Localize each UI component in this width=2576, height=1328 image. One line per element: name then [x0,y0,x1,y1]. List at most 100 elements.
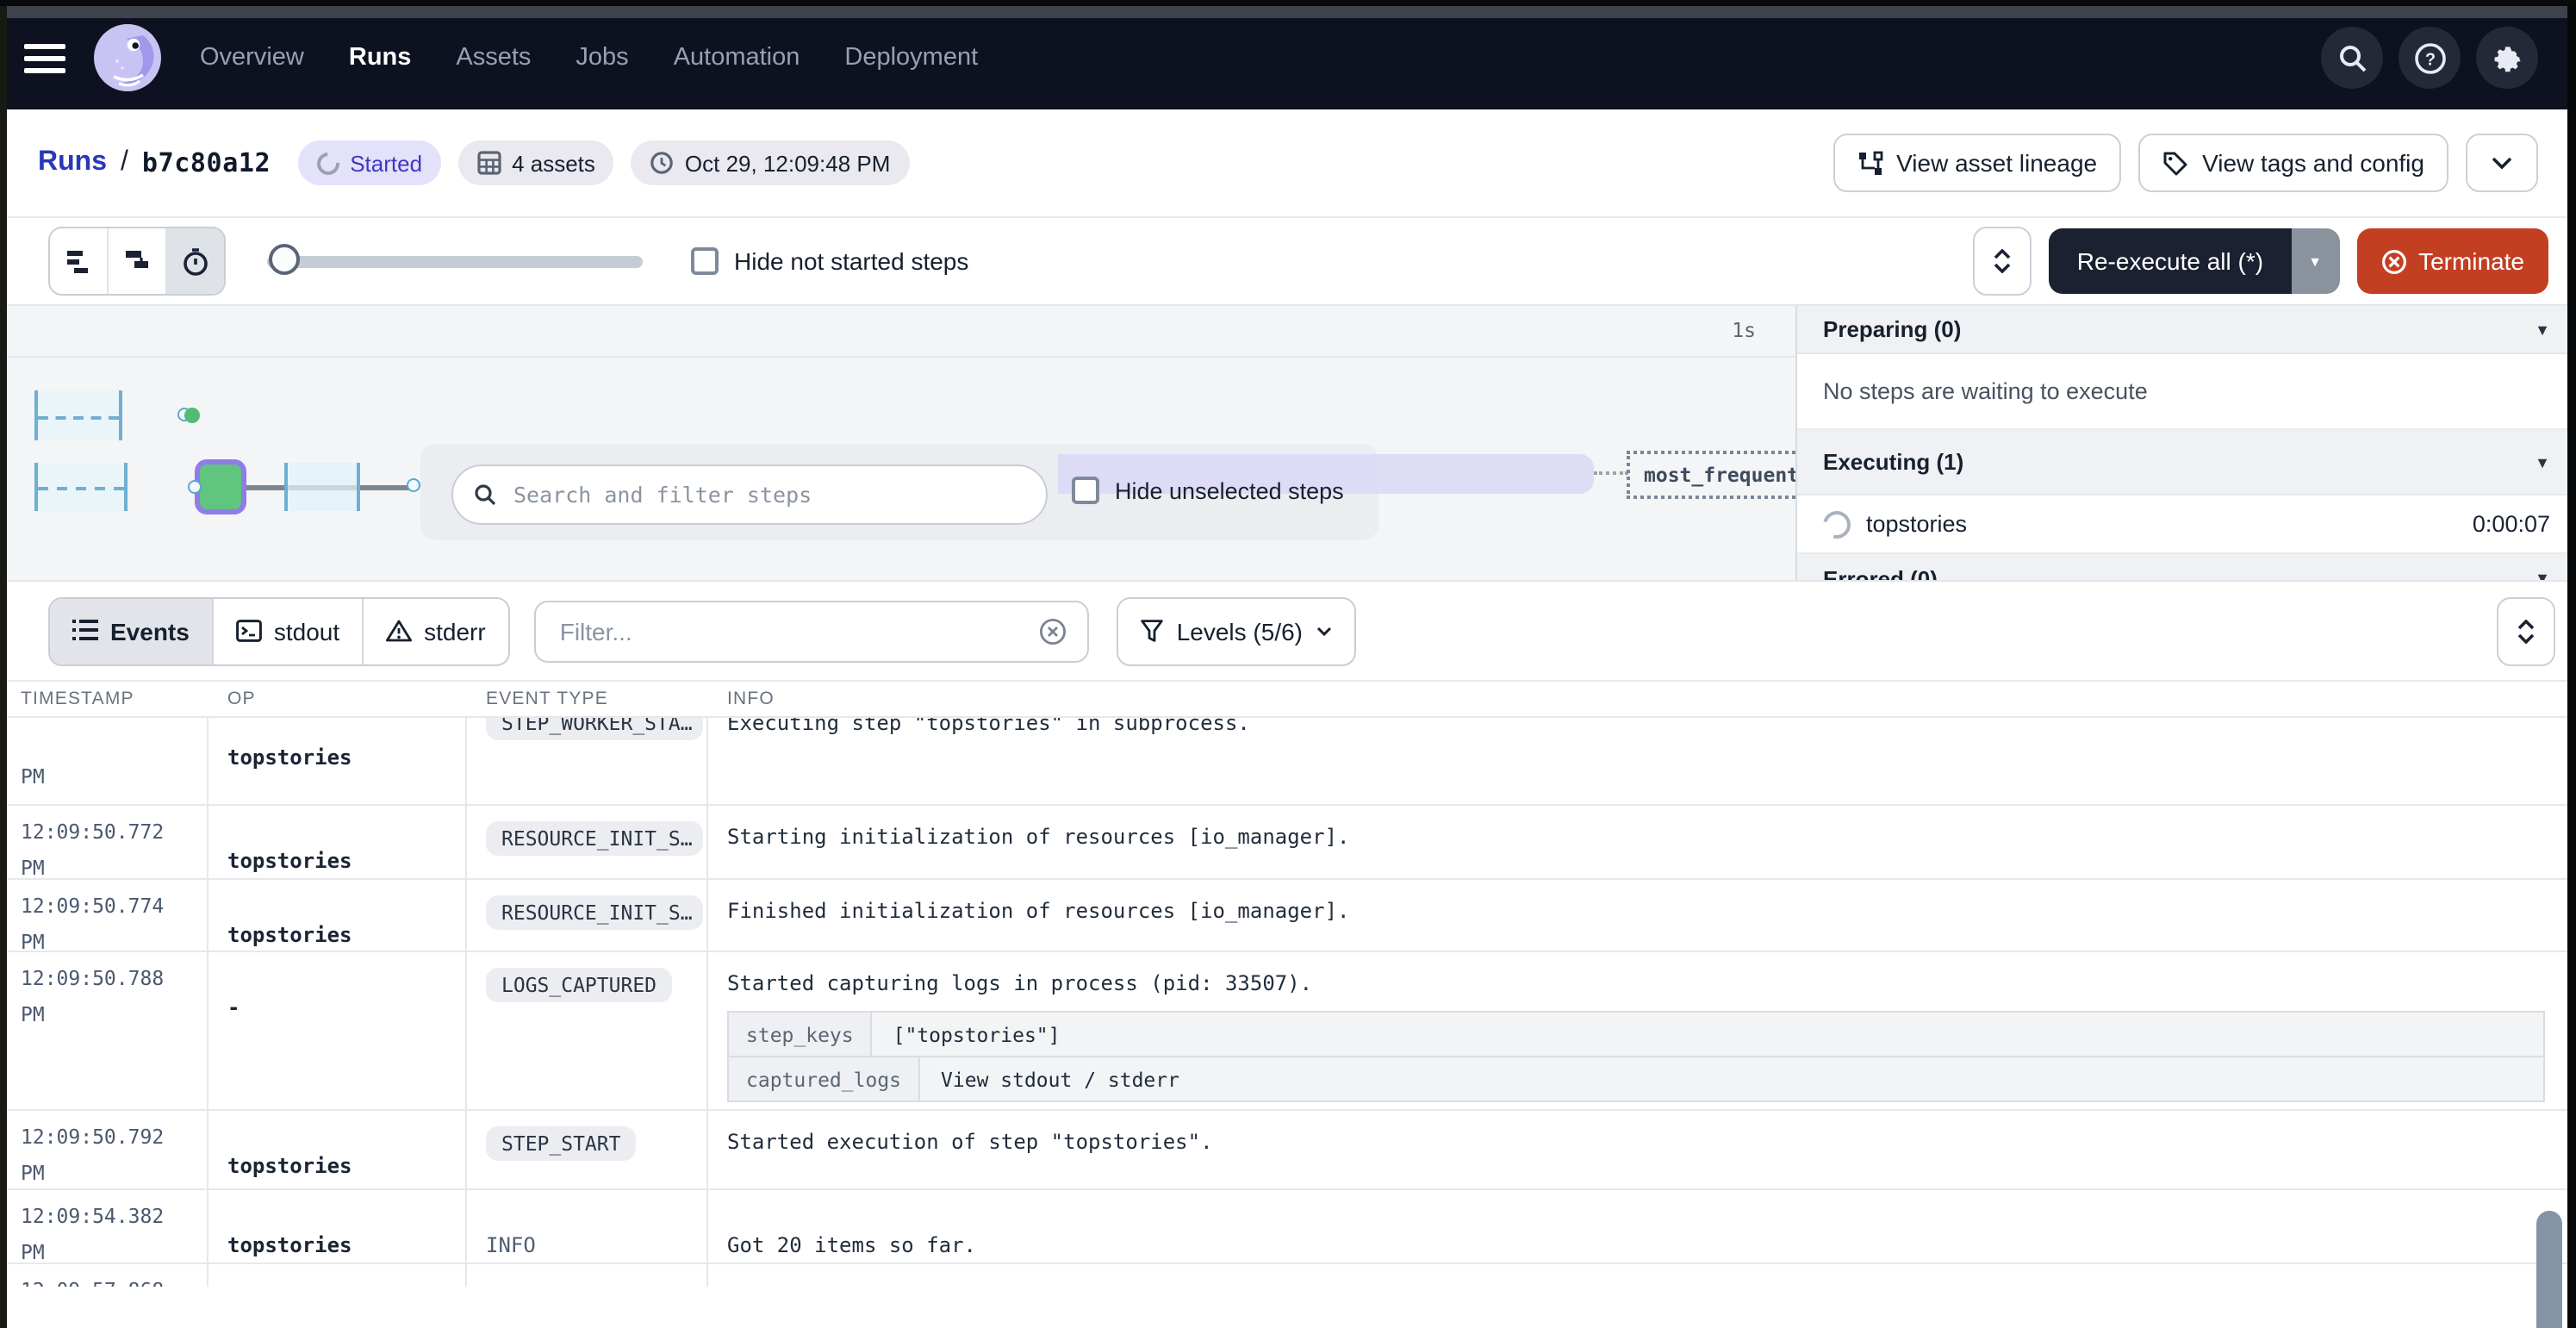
log-row[interactable]: 12:09:50.792 PMtopstoriesSTEP_STARTStart… [0,1111,2576,1190]
help-icon[interactable]: ? [2399,27,2461,89]
reexecute-dropdown-caret[interactable]: ▼ [2291,228,2339,294]
log-row[interactable]: 12:09:50.788 PM-LOGS_CAPTURED Started cap… [0,952,2576,1111]
lineage-icon [1857,150,1882,176]
log-row[interactable]: PMtopstoriesSTEP_WORKER_STA…Executing st… [0,718,2576,806]
gantt-step-running-selected[interactable] [195,459,246,514]
nav-assets[interactable]: Assets [456,44,531,72]
tab-stderr[interactable]: stderr [362,598,508,664]
log-timestamp[interactable]: 12:09:57.868 PM [0,1264,207,1287]
hide-not-started-checkbox[interactable]: Hide not started steps [691,247,968,275]
metadata-row: step_keys["topstories"] [729,1013,2543,1056]
app-window: Overview Runs Assets Jobs Automation Dep… [0,6,2576,1328]
assets-badge[interactable]: 4 assets [458,140,614,185]
section-caret-icon: ▼ [2535,570,2550,582]
log-event-type: RESOURCE_INIT_S… [465,880,706,952]
event-type-chip: RESOURCE_INIT_S… [486,895,703,930]
log-timestamp[interactable]: 12:09:50.792 PM [0,1111,207,1190]
log-filter-box[interactable] [534,600,1089,662]
col-info: INFO [706,689,2576,709]
gantt-marker-dot[interactable] [184,407,200,422]
log-filter-input[interactable] [557,615,1025,646]
log-info: Starting initialization of resources [io… [706,806,2576,880]
slider-handle[interactable] [269,244,300,275]
flat-view-icon[interactable] [50,228,107,294]
tab-events[interactable]: Events [50,598,212,664]
checkbox-box[interactable] [691,247,719,275]
nav-runs[interactable]: Runs [349,44,412,72]
run-header: Runs / b7c80a12 Started 4 assets Oct 29,… [0,109,2576,218]
log-timestamp[interactable]: 12:09:50.774 PM [0,880,207,952]
event-type-chip: STEP_WORKER_STA… [486,718,703,740]
gantt-zoom-slider[interactable] [267,244,643,278]
breadcrumb-separator: / [121,147,128,178]
gantt-step-pending-most-frequent[interactable]: most_frequent [1627,451,1816,499]
breadcrumb-runs-link[interactable]: Runs [38,147,107,178]
clock-icon [650,151,675,175]
event-type-chip: LOGS_CAPTURED [486,968,672,1002]
log-message: Starting initialization of resources [io… [727,825,2545,849]
tag-icon [2162,150,2188,176]
log-timestamp[interactable]: 12:09:50.788 PM [0,952,207,1111]
preparing-empty-message: No steps are waiting to execute [1797,354,2576,430]
step-search-box[interactable] [451,464,1048,525]
log-op: topstories [207,1111,465,1190]
clear-filter-icon[interactable] [1039,617,1067,645]
view-tags-config-button[interactable]: View tags and config [2138,134,2448,192]
search-icon[interactable] [2321,27,2383,89]
nav-overview[interactable]: Overview [200,44,304,72]
svg-text:?: ? [2424,49,2435,68]
log-timestamp[interactable]: 12:09:50.772 PM [0,806,207,880]
nav-jobs[interactable]: Jobs [576,44,628,72]
section-executing[interactable]: Executing (1)▼ [1797,430,2576,496]
tab-stdout[interactable]: stdout [212,598,362,664]
log-row[interactable]: 12:09:50.774 PMtopstoriesRESOURCE_INIT_S… [0,880,2576,952]
waterfall-view-icon[interactable] [107,228,165,294]
view-stdout-stderr-link[interactable]: View stdout / stderr [920,1060,1200,1098]
log-row[interactable]: 12:09:57.868 PMtopstoriesINFOGot 40 item… [0,1264,2576,1287]
log-info: Started capturing logs in process (pid: … [706,952,2576,1111]
executing-step-topstories[interactable]: topstories 0:00:07 [1797,496,2576,554]
log-row[interactable]: 12:09:54.382 PMtopstoriesINFOGot 20 item… [0,1190,2576,1264]
section-errored[interactable]: Errored (0)▼ [1797,554,2576,582]
event-type-chip: STEP_START [486,1126,637,1161]
log-row[interactable]: 12:09:50.772 PMtopstoriesRESOURCE_INIT_S… [0,806,2576,880]
terminate-button[interactable]: Terminate [2356,228,2548,294]
timed-view-icon[interactable] [165,228,224,294]
view-asset-lineage-button[interactable]: View asset lineage [1832,134,2121,192]
event-type-chip: RESOURCE_INIT_S… [486,821,703,856]
reexecute-all-button[interactable]: Re-execute all (*) ▼ [2050,228,2339,294]
window-frame-top [0,6,2576,18]
log-info: Got 40 items so far. [706,1264,2576,1287]
more-actions-button[interactable] [2466,134,2538,192]
gantt-step-not-started-1[interactable] [34,390,122,440]
settings-gear-icon[interactable] [2476,27,2538,89]
step-status-panel: Preparing (0)▼ No steps are waiting to e… [1795,306,2576,580]
log-timestamp[interactable]: PM [0,718,207,804]
start-time-badge: Oct 29, 12:09:48 PM [632,140,909,185]
expand-collapse-button[interactable] [1974,227,2032,296]
status-spinner-icon [313,147,345,179]
chevron-down-icon [2492,156,2512,170]
log-timestamp[interactable]: 12:09:54.382 PM [0,1190,207,1264]
log-op: - [207,952,465,1111]
nav-deployment[interactable]: Deployment [844,44,978,72]
checkbox-box[interactable] [1072,477,1099,504]
levels-filter-button[interactable]: Levels (5/6) [1117,596,1356,665]
hide-unselected-checkbox[interactable]: Hide unselected steps [1072,477,1344,504]
dagster-logo[interactable] [93,23,162,92]
gantt-step-queued[interactable] [284,463,360,511]
funnel-icon [1141,620,1163,642]
log-event-type: STEP_WORKER_STA… [465,718,706,804]
grid-icon [477,151,501,175]
hamburger-menu-icon[interactable] [24,37,65,78]
gantt-time-axis: 1s [0,306,1797,358]
log-op: topstories [207,1264,465,1287]
run-logs: Events stdout stderr Levels (5/6) [0,582,2576,1319]
gantt-step-not-started-2[interactable] [34,463,128,511]
step-search-input[interactable] [510,480,1025,509]
vertical-scrollbar[interactable] [2536,1211,2562,1328]
logs-expand-button[interactable] [2497,596,2555,665]
section-preparing[interactable]: Preparing (0)▼ [1797,306,2576,354]
nav-automation[interactable]: Automation [674,44,800,72]
log-metadata-table: step_keys["topstories"]captured_logsView… [727,1011,2545,1102]
